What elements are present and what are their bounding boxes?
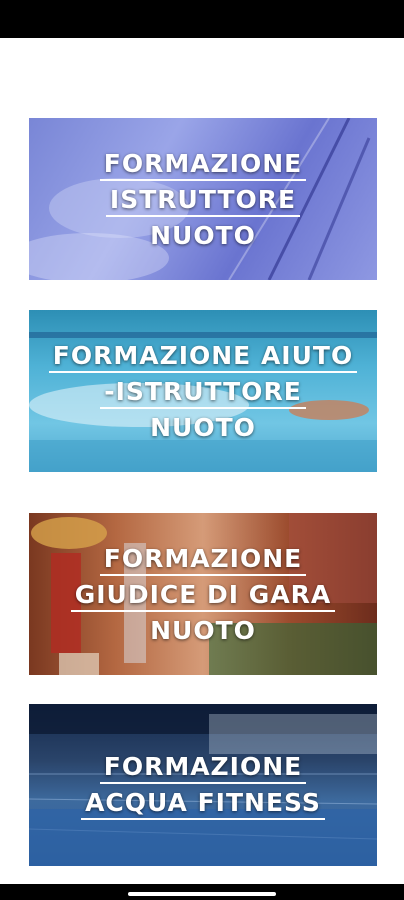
card-title: FORMAZIONE ACQUA FITNESS [29,704,377,866]
card-title-line: -ISTRUTTORE [100,376,306,409]
card-title-line: FORMAZIONE [99,148,307,181]
card-title-line: FORMAZIONE [99,543,307,576]
card-title-line: ISTRUTTORE [105,184,301,217]
navigation-bar [0,884,404,900]
card-title-line: NUOTO [150,220,256,250]
card-title-line: ACQUA FITNESS [81,787,325,820]
course-card-giudice-di-gara-nuoto[interactable]: FORMAZIONE GIUDICE DI GARA NUOTO [29,513,377,675]
course-card-istruttore-nuoto[interactable]: FORMAZIONE ISTRUTTORE NUOTO [29,118,377,280]
card-title-line: FORMAZIONE AIUTO [48,340,358,373]
card-title-line: NUOTO [150,412,256,442]
card-title: FORMAZIONE GIUDICE DI GARA NUOTO [29,513,377,675]
card-title: FORMAZIONE ISTRUTTORE NUOTO [29,118,377,280]
course-card-aiuto-istruttore-nuoto[interactable]: FORMAZIONE AIUTO -ISTRUTTORE NUOTO [29,310,377,472]
status-bar [0,0,404,38]
home-indicator[interactable] [128,892,276,896]
card-title: FORMAZIONE AIUTO -ISTRUTTORE NUOTO [29,310,377,472]
course-card-acqua-fitness[interactable]: FORMAZIONE ACQUA FITNESS [29,704,377,866]
card-title-line: NUOTO [150,615,256,645]
card-title-line: FORMAZIONE [99,751,307,784]
card-title-line: GIUDICE DI GARA [70,579,336,612]
